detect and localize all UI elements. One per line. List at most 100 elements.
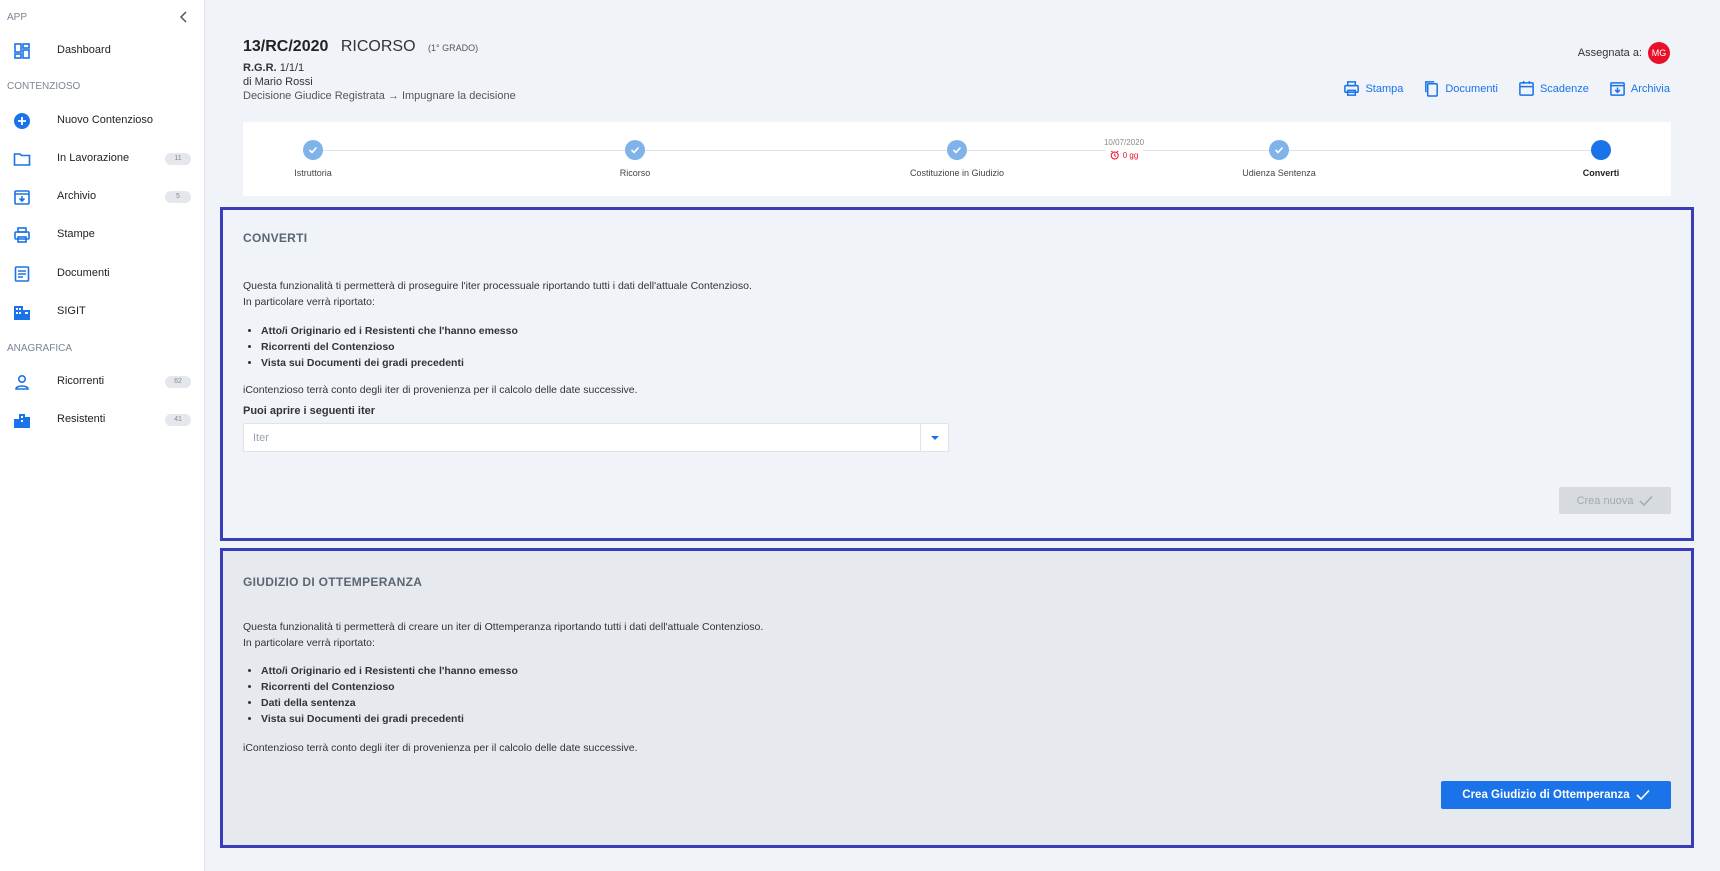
archive-icon [13,188,31,206]
step-converti[interactable] [1591,140,1611,160]
stampa-label: Stampa [1365,82,1404,95]
sidebar-item-label: In Lavorazione [57,152,130,164]
check-icon [1636,789,1650,801]
step-istruttoria[interactable] [303,140,323,160]
sidebar-item-documenti[interactable]: Documenti [0,259,205,289]
sidebar-item-in-lavorazione[interactable]: In Lavorazione 11 [0,144,205,174]
sidebar-item-label: Stampe [57,228,95,240]
count-badge: 11 [165,153,191,165]
iter-select-label: Puoi aprire i seguenti iter [243,405,376,417]
alarm-icon [1110,150,1119,160]
intro-line: Questa funzionalità ti permetterà di pro… [243,280,752,292]
scadenze-button[interactable]: Scadenze [1518,80,1589,97]
crea-nuova-button[interactable]: Crea nuova [1559,487,1671,514]
stampa-button[interactable]: Stampa [1343,80,1403,97]
sidebar-item-dashboard[interactable]: Dashboard [0,36,205,66]
case-type: RICORSO [340,38,416,55]
folder-icon [13,150,31,168]
person-icon [13,373,31,391]
sidebar-item-label: Ricorrenti [57,375,105,387]
panel-note: iContenzioso terrà conto degli iter di p… [243,742,638,754]
sidebar-item-ricorrenti[interactable]: Ricorrenti 62 [0,367,205,397]
case-header: 13/RC/2020 RICORSO (1° GRADO) R.G.R. 1/1… [243,38,516,102]
check-icon [630,146,640,154]
check-icon [1639,495,1653,506]
sidebar-item-sigit[interactable]: SIGIT [0,297,205,327]
collapse-sidebar-icon[interactable] [176,9,192,25]
case-actions: Stampa Documenti Scadenze Archivia [1343,80,1670,97]
converti-panel: CONVERTI Questa funzionalità ti permette… [220,207,1694,541]
panel-title: CONVERTI [243,231,308,245]
list-item: Vista sui Documenti dei gradi precedenti [261,711,518,727]
archive-icon [1610,82,1625,96]
sidebar-item-archivio[interactable]: Archivio 5 [0,182,205,212]
copy-icon [1425,81,1439,97]
deadline-remaining: 0 gg [1105,150,1143,160]
avatar[interactable]: MG [1648,42,1670,64]
sidebar-item-stampe[interactable]: Stampe [0,220,205,250]
scadenze-label: Scadenze [1539,82,1589,95]
sidebar-item-label: SIGIT [57,305,86,317]
deadline-days: 0 gg [1122,150,1139,160]
case-decision: Decisione Giudice Registrata → Impugnare… [243,90,516,102]
step-ricorso[interactable] [625,140,645,160]
printer-icon [13,226,31,244]
documenti-button[interactable]: Documenti [1423,80,1498,97]
step-udienza-sentenza[interactable] [1269,140,1289,160]
case-author: di Mario Rossi [243,76,313,88]
count-badge: 41 [165,414,191,426]
step-label: Istruttoria [294,168,332,178]
crea-giudizio-ottemperanza-button[interactable]: Crea Giudizio di Ottemperanza [1441,781,1671,809]
carried-over-list: Atto/i Originario ed i Resistenti che l'… [261,323,518,371]
iter-select-placeholder: Iter [253,432,269,444]
step-costituzione[interactable] [947,140,967,160]
rgr-value: 1/1/1 [279,62,305,74]
sidebar-item-nuovo-contenzioso[interactable]: Nuovo Contenzioso [0,106,205,136]
section-anagrafica: ANAGRAFICA [7,343,73,354]
list-item: Atto/i Originario ed i Resistenti che l'… [261,323,518,339]
list-item: Ricorrenti del Contenzioso [261,339,518,355]
case-grade: (1° GRADO) [427,43,479,53]
document-icon [13,265,31,283]
sidebar-item-label: Resistenti [57,413,106,425]
documenti-label: Documenti [1445,82,1498,95]
ottemperanza-panel: GIUDIZIO DI OTTEMPERANZA Questa funziona… [220,548,1694,848]
sidebar-item-label: Nuovo Contenzioso [57,114,154,126]
archivia-label: Archivia [1630,82,1670,95]
list-item: Vista sui Documenti dei gradi precedenti [261,355,518,371]
carried-over-list: Atto/i Originario ed i Resistenti che l'… [261,663,518,727]
deadline-date: 10/07/2020 [1099,138,1149,147]
process-stepper: Istruttoria Ricorso Costituzione in Giud… [243,122,1671,196]
assigned-label: Assegnata a: [1577,47,1642,59]
intro-line: Questa funzionalità ti permetterà di cre… [243,621,764,633]
intro-line: In particolare verrà riportato: [243,637,375,649]
add-circle-icon [13,112,31,130]
check-icon [308,146,318,154]
iter-select[interactable]: Iter [243,423,949,452]
rgr-label: R.G.R. [243,62,277,74]
step-label: Converti [1582,168,1620,178]
list-item: Ricorrenti del Contenzioso [261,679,518,695]
check-icon [1274,146,1284,154]
sidebar: APP Dashboard CONTENZIOSO Nuovo Contenzi… [0,0,205,871]
check-icon [952,146,962,154]
dashboard-icon [13,42,31,60]
sidebar-item-label: Archivio [57,190,97,202]
printer-icon [1344,81,1360,96]
intro-line: In particolare verrà riportato: [243,296,375,308]
count-badge: 62 [165,376,191,388]
step-label: Ricorso [619,168,651,178]
sidebar-item-label: Documenti [57,267,110,279]
step-label: Udienza Sentenza [1242,168,1316,178]
archivia-button[interactable]: Archivia [1609,80,1670,97]
crea-nuova-label: Crea nuova [1576,494,1634,507]
panel-intro: Questa funzionalità ti permetterà di cre… [243,619,763,651]
count-badge: 5 [165,191,191,203]
case-number: 13/RC/2020 [243,38,329,55]
building-icon [13,303,31,321]
chevron-down-icon[interactable] [920,424,948,451]
sidebar-item-resistenti[interactable]: Resistenti 41 [0,405,205,435]
panel-title: GIUDIZIO DI OTTEMPERANZA [243,575,423,589]
panel-intro: Questa funzionalità ti permetterà di pro… [243,278,752,310]
assigned-to: Assegnata a: MG [1578,42,1670,64]
